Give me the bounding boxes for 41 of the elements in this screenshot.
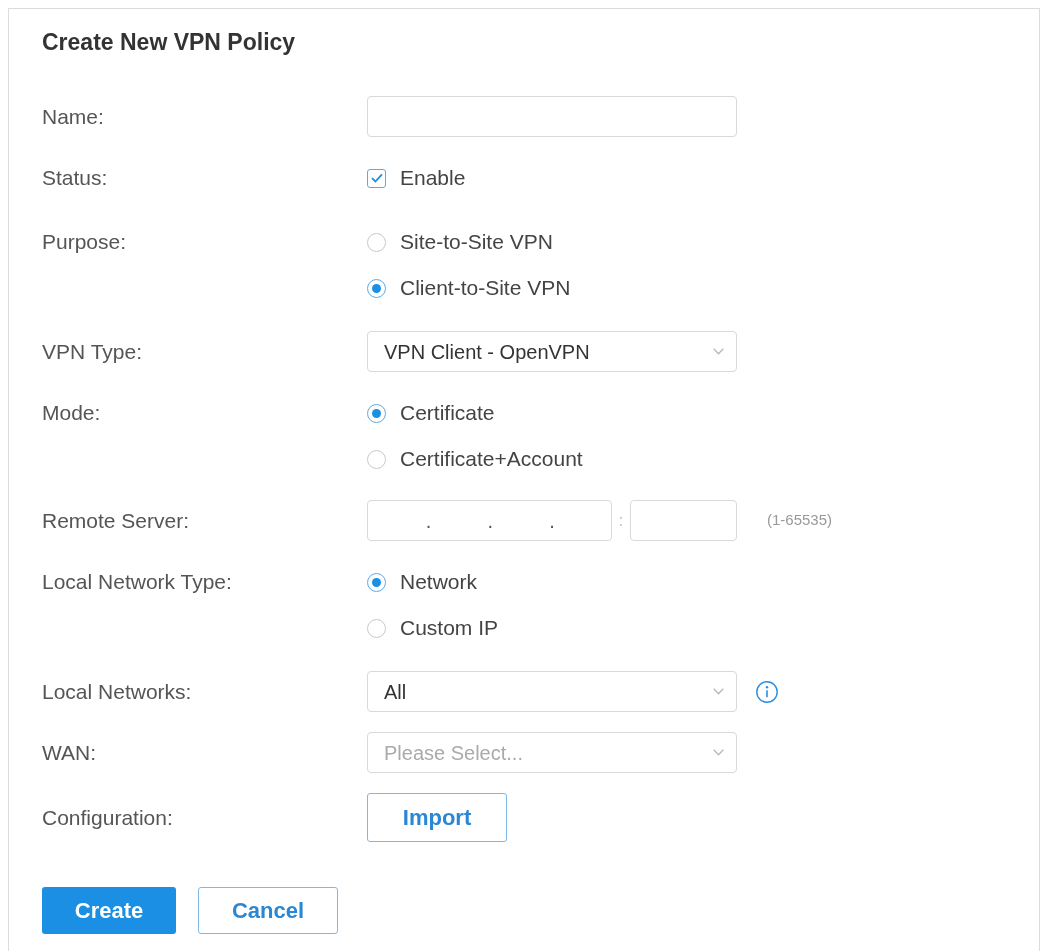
radio-button[interactable] xyxy=(367,618,386,638)
option-label: Certificate+Account xyxy=(400,447,583,471)
select-field[interactable]: All xyxy=(367,671,737,712)
ip-address-field[interactable]: . . . xyxy=(367,500,612,541)
field-label: VPN Type: xyxy=(42,339,142,364)
select-field[interactable]: VPN Client - OpenVPN xyxy=(367,331,737,372)
field-label: Name: xyxy=(42,104,104,129)
form-title: Create New VPN Policy xyxy=(42,29,296,55)
port-range-hint: (1-65535) xyxy=(767,510,833,531)
field-label: Local Network Type: xyxy=(42,570,232,594)
field-label: Mode: xyxy=(42,401,101,425)
radio-button[interactable] xyxy=(367,403,386,423)
option-label: Custom IP xyxy=(400,616,499,640)
chevron-down-icon xyxy=(713,348,724,355)
radio-button[interactable] xyxy=(367,278,386,298)
radio-button[interactable] xyxy=(367,232,386,252)
checkbox[interactable] xyxy=(367,168,386,188)
field-label: Local Networks: xyxy=(42,679,192,704)
option-label: Client-to-Site VPN xyxy=(400,276,571,300)
option-label: Enable xyxy=(400,166,466,190)
text-input[interactable] xyxy=(367,96,737,137)
option-label: Site-to-Site VPN xyxy=(400,230,553,254)
field-label: Remote Server: xyxy=(42,508,190,533)
option-label: Certificate xyxy=(400,401,495,425)
radio-button[interactable] xyxy=(367,449,386,469)
cancel-button[interactable]: Cancel xyxy=(198,887,338,934)
field-label: Purpose: xyxy=(42,230,127,254)
field-label: WAN: xyxy=(42,740,97,765)
checkmark-icon xyxy=(370,173,383,183)
radio-button[interactable] xyxy=(367,572,386,592)
create-button[interactable]: Create xyxy=(42,887,176,934)
port-separator: : xyxy=(617,510,625,531)
chevron-down-icon xyxy=(713,688,724,695)
port-input[interactable] xyxy=(630,500,737,541)
import-button[interactable]: Import xyxy=(367,793,507,842)
field-label: Status: xyxy=(42,166,108,190)
select-field[interactable]: Please Select... xyxy=(367,732,737,773)
info-icon[interactable] xyxy=(756,680,778,703)
option-label: Network xyxy=(400,570,478,594)
chevron-down-icon xyxy=(713,749,724,756)
field-label: Configuration: xyxy=(42,805,173,830)
